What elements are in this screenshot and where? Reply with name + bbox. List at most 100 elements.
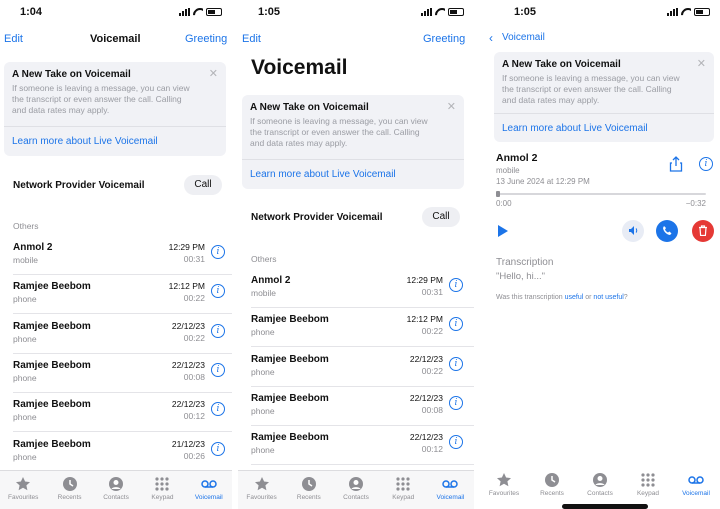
card-divider [4,126,226,127]
card-body: If someone is leaving a message, you can… [250,116,428,148]
call-button[interactable]: Call [422,207,460,227]
voicemail-date: 22/12/23 [409,392,443,403]
phone-icon [662,226,671,235]
info-icon[interactable]: i [449,435,463,450]
close-icon[interactable]: ✕ [447,100,456,113]
greeting-button[interactable]: Greeting [423,33,465,45]
not-useful-link[interactable]: not useful [593,294,623,301]
info-icon[interactable]: i [699,157,713,171]
tab-bar: Favourites Recents Contacts Keypad Voice… [238,470,474,509]
voicemail-date: 22/12/23 [171,399,205,410]
close-icon[interactable]: ✕ [697,57,706,70]
tab-recents[interactable]: Recents [46,471,92,509]
voicemail-row[interactable]: Ramjee Beebom phone 22/12/23 00:22 i [0,315,232,354]
scrubber-handle[interactable] [496,191,500,197]
tab-recents[interactable]: Recents [528,467,576,503]
others-header: Others [13,221,39,231]
others-header: Others [251,254,277,264]
share-icon[interactable] [669,156,683,172]
close-icon[interactable]: ✕ [209,67,218,80]
learn-more-link[interactable]: Learn more about Live Voicemail [12,136,158,147]
learn-more-link[interactable]: Learn more about Live Voicemail [502,123,648,134]
tab-contacts[interactable]: Contacts [332,471,379,509]
caller-name: Ramjee Beebom [13,399,91,411]
greeting-button[interactable]: Greeting [185,33,227,45]
caller-name: Ramjee Beebom [251,353,329,365]
tab-voicemail[interactable]: Voicemail [427,471,474,509]
wifi-icon [193,8,203,16]
voicemail-row[interactable]: Ramjee Beebom phone 22/12/23 00:08 i [0,354,232,393]
voicemail-row[interactable]: Ramjee Beebom phone 12:12 PM 00:22 i [0,275,232,315]
call-button[interactable]: Call [184,175,222,195]
tab-favourites[interactable]: Favourites [0,471,46,509]
info-icon[interactable]: i [449,395,463,410]
tab-contacts[interactable]: Contacts [93,471,139,509]
caller-type: mobile [496,166,520,175]
tab-voicemail[interactable]: Voicemail [672,467,720,503]
caller-name: Ramjee Beebom [251,314,329,326]
voicemail-row[interactable]: Anmol 2 mobile 12:29 PM 00:31 i [0,236,232,275]
info-icon[interactable]: i [211,441,225,456]
info-icon[interactable]: i [449,317,463,332]
tab-favourites[interactable]: Favourites [238,471,285,509]
voicemail-row[interactable]: Ramjee Beebomphone 22/12/2300:12 i [238,426,474,466]
signal-icon [421,8,432,16]
voicemail-duration: 00:12 [183,411,205,422]
person-icon [349,477,363,491]
voicemail-date: 12:29 PM [168,242,205,252]
caller-type: mobile [251,288,277,298]
voicemail-row[interactable]: Ramjee Beebom phone 21/12/23 00:26 i [0,433,232,472]
tab-keypad[interactable]: Keypad [380,471,427,509]
network-provider-label: Network Provider Voicemail [251,212,383,223]
voicemail-duration: 00:22 [183,293,205,304]
card-body: If someone is leaving a message, you can… [502,73,680,105]
useful-link[interactable]: useful [565,294,584,301]
call-back-button[interactable] [656,220,678,242]
voicemail-duration: 00:31 [183,254,205,264]
caller-type: mobile [13,255,39,265]
edit-button[interactable]: Edit [242,33,261,45]
info-icon[interactable]: i [211,245,225,259]
wifi-icon [435,8,445,16]
play-icon[interactable] [497,224,509,238]
info-icon[interactable]: i [449,356,463,371]
card-title: A New Take on Voicemail [250,102,369,113]
caller-type: phone [251,405,275,416]
chevron-left-icon[interactable]: ‹ [489,31,493,45]
person-icon [593,473,607,487]
live-voicemail-card: A New Take on Voicemail ✕ If someone is … [242,95,464,189]
caller-type: phone [13,333,37,344]
home-indicator [562,504,648,509]
tab-recents[interactable]: Recents [285,471,332,509]
back-button[interactable]: Voicemail [502,32,545,43]
caller-name: Ramjee Beebom [13,281,91,293]
voicemail-row[interactable]: Ramjee Beebom phone 22/12/23 00:22 i [238,348,474,387]
caller-type: phone [13,412,37,423]
tab-contacts[interactable]: Contacts [576,467,624,503]
voicemail-date: 12:29 PM [406,275,443,285]
voicemail-row[interactable]: Ramjee Beebom phone 22/12/23 00:08 i [238,387,474,426]
info-icon[interactable]: i [211,362,225,377]
tab-favourites[interactable]: Favourites [480,467,528,503]
voicemail-row[interactable]: Ramjee Beebomphone 22/12/2300:12 i [0,393,232,433]
status-time: 1:05 [258,6,281,18]
tab-keypad[interactable]: Keypad [139,471,185,509]
tab-keypad[interactable]: Keypad [624,467,672,503]
learn-more-link[interactable]: Learn more about Live Voicemail [250,169,396,180]
voicemail-row[interactable]: Anmol 2 mobile 12:29 PM 00:31 i [238,269,474,308]
info-icon[interactable]: i [449,278,463,292]
voicemail-row[interactable]: Ramjee Beebom phone 12:12 PM 00:22 i [238,308,474,348]
transcription-text: "Hello, hi..." [496,271,545,282]
playback-scrubber[interactable] [496,193,706,195]
voicemail-date: 22/12/23 [171,320,205,331]
speaker-button[interactable] [622,220,644,242]
voicemail-icon [201,480,217,488]
edit-button[interactable]: Edit [4,33,23,45]
wifi-icon [681,8,691,16]
delete-button[interactable] [692,220,714,242]
info-icon[interactable]: i [211,323,225,338]
tab-voicemail[interactable]: Voicemail [186,471,232,509]
info-icon[interactable]: i [211,402,225,417]
info-icon[interactable]: i [211,284,225,299]
person-icon [109,477,124,491]
